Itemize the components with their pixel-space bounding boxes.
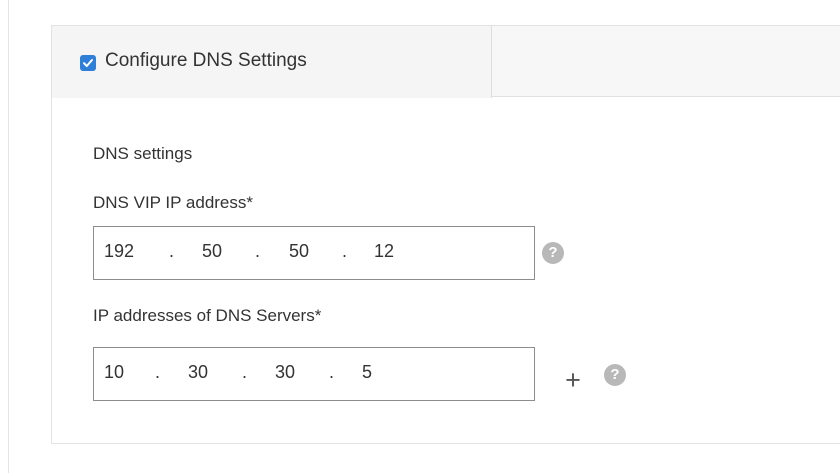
server-separator-1: . [155, 362, 161, 382]
server-octet-3[interactable]: 30 [275, 362, 295, 383]
dns-vip-ip-input[interactable]: 192 . 50 . 50 . 12 [93, 226, 535, 280]
vip-octet-1[interactable]: 192 [104, 241, 134, 262]
dns-settings-panel: Configure DNS Settings DNS settings DNS … [51, 25, 840, 444]
configure-dns-checkbox[interactable] [80, 55, 96, 71]
dns-servers-label: IP addresses of DNS Servers* [93, 306, 322, 325]
dns-server-ip-input[interactable]: 10 . 30 . 30 . 5 [93, 347, 535, 401]
server-octet-2[interactable]: 30 [188, 362, 208, 383]
vip-octet-3[interactable]: 50 [289, 241, 309, 262]
left-divider [8, 0, 9, 473]
vip-separator-3: . [342, 241, 348, 261]
checkmark-icon [83, 59, 93, 67]
vip-octet-2[interactable]: 50 [202, 241, 222, 262]
configure-dns-label[interactable]: Configure DNS Settings [105, 50, 307, 72]
dns-vip-label: DNS VIP IP address* [93, 193, 254, 212]
panel-header: Configure DNS Settings [52, 26, 840, 98]
server-separator-3: . [329, 362, 335, 382]
server-octet-4[interactable]: 5 [362, 362, 372, 383]
server-octet-1[interactable]: 10 [104, 362, 124, 383]
vip-separator-2: . [255, 241, 261, 261]
dns-settings-heading: DNS settings [93, 144, 193, 163]
configure-dns-tab[interactable]: Configure DNS Settings [52, 26, 492, 98]
vip-help-icon[interactable]: ? [542, 242, 564, 264]
add-dns-server-icon[interactable]: + [563, 367, 583, 394]
server-separator-2: . [242, 362, 248, 382]
dns-settings-page: Configure DNS Settings DNS settings DNS … [0, 0, 840, 473]
vip-separator-1: . [169, 241, 175, 261]
vip-octet-4[interactable]: 12 [374, 241, 394, 262]
dns-servers-help-icon[interactable]: ? [604, 364, 626, 386]
